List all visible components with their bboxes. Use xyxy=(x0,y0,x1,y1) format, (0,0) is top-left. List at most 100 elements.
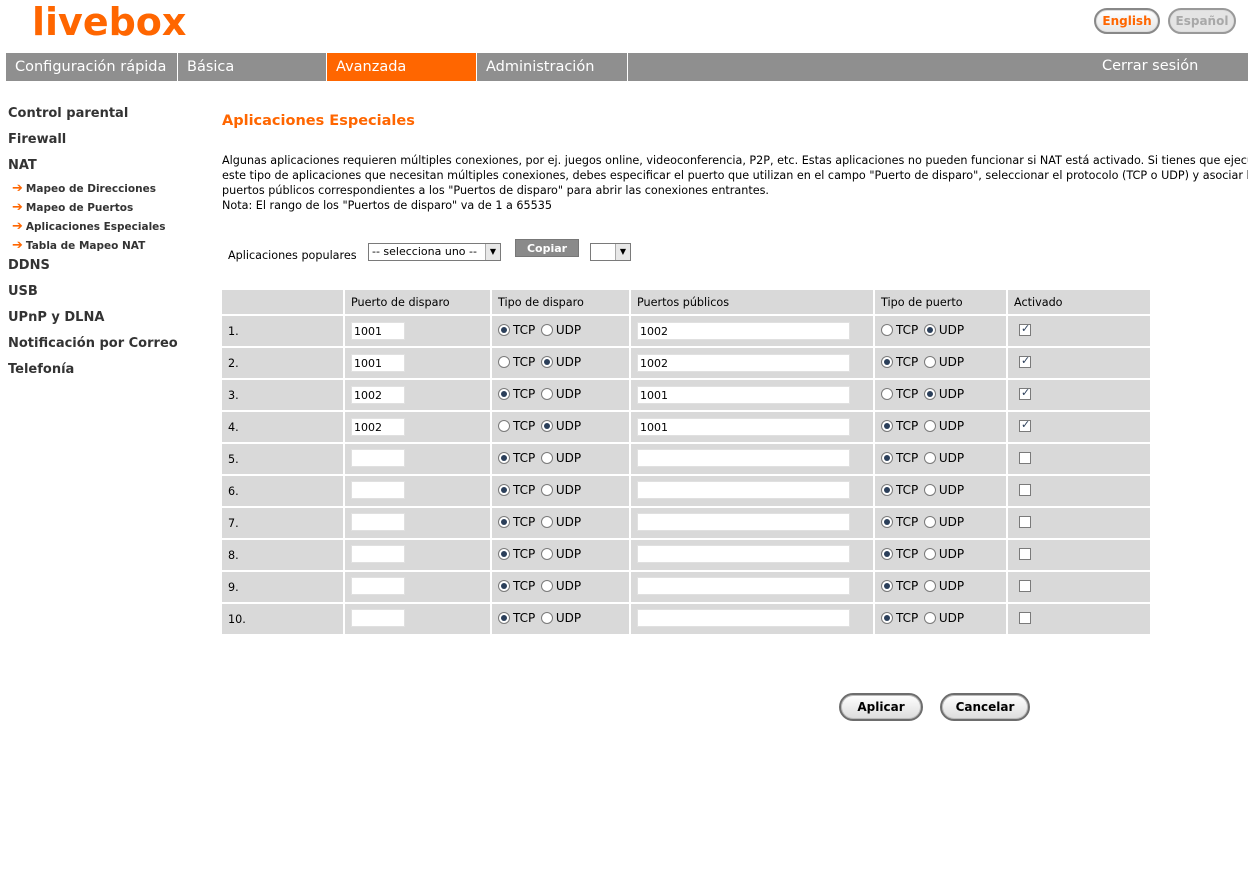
trigger-tcp-radio[interactable]: TCP xyxy=(498,323,535,337)
trigger-tcp-radio[interactable]: TCP xyxy=(498,483,535,497)
trigger-port-input[interactable] xyxy=(351,608,405,627)
radio-icon[interactable] xyxy=(881,516,893,528)
radio-icon[interactable] xyxy=(923,612,936,624)
trigger-udp-radio[interactable]: UDP xyxy=(540,579,581,593)
radio-icon[interactable] xyxy=(498,388,510,400)
public-ports-input[interactable]: 1002 xyxy=(637,322,850,340)
enabled-checkbox[interactable] xyxy=(1019,354,1031,368)
sidebar-item-telefonia[interactable]: Telefonía xyxy=(8,362,198,388)
public-ports-input[interactable]: 1002 xyxy=(637,354,850,372)
radio-icon[interactable] xyxy=(540,420,553,432)
trigger-tcp-radio[interactable]: TCP xyxy=(498,419,535,433)
radio-icon[interactable] xyxy=(923,452,936,464)
trigger-port-input[interactable]: 1002 xyxy=(351,418,405,436)
radio-icon[interactable] xyxy=(498,612,510,624)
public-ports-input[interactable] xyxy=(637,480,850,499)
trigger-port-input[interactable]: 1001 xyxy=(351,322,405,340)
espanol-button[interactable]: Español xyxy=(1168,8,1236,34)
radio-icon[interactable] xyxy=(923,484,936,496)
trigger-tcp-radio[interactable]: TCP xyxy=(498,387,535,401)
public-ports-input[interactable]: 1001 xyxy=(637,418,850,436)
port-udp-radio[interactable]: UDP xyxy=(923,547,964,561)
sidebar-item-notificacion-correo[interactable]: Notificación por Correo xyxy=(8,336,198,362)
trigger-port-input[interactable]: 1001 xyxy=(351,354,405,372)
radio-icon[interactable] xyxy=(923,356,936,368)
sidebar-item-upnp-dlna[interactable]: UPnP y DLNA xyxy=(8,310,198,336)
enabled-checkbox[interactable] xyxy=(1019,515,1031,528)
radio-icon[interactable] xyxy=(498,484,510,496)
trigger-tcp-radio[interactable]: TCP xyxy=(498,547,535,561)
radio-icon[interactable] xyxy=(923,580,936,592)
enabled-checkbox[interactable] xyxy=(1019,483,1031,496)
radio-icon[interactable] xyxy=(540,356,553,368)
radio-icon[interactable] xyxy=(923,420,936,432)
radio-icon[interactable] xyxy=(881,452,893,464)
trigger-udp-radio[interactable]: UDP xyxy=(540,611,581,625)
port-udp-radio[interactable]: UDP xyxy=(923,483,964,497)
nav-configuracion-rapida[interactable]: Configuración rápida xyxy=(6,53,178,81)
radio-icon[interactable] xyxy=(881,420,893,432)
popular-apps-select[interactable]: -- selecciona uno -- ▼ xyxy=(368,243,501,261)
public-ports-input[interactable] xyxy=(637,544,850,563)
port-udp-radio[interactable]: UDP xyxy=(923,515,964,529)
radio-icon[interactable] xyxy=(540,452,553,464)
port-tcp-radio[interactable]: TCP xyxy=(881,387,918,401)
trigger-tcp-radio[interactable]: TCP xyxy=(498,451,535,465)
public-ports-input[interactable] xyxy=(637,608,850,627)
radio-icon[interactable] xyxy=(923,516,936,528)
radio-icon[interactable] xyxy=(498,324,510,336)
radio-icon[interactable] xyxy=(540,548,553,560)
enabled-checkbox[interactable] xyxy=(1019,547,1031,560)
trigger-port-input[interactable] xyxy=(351,448,405,467)
nav-administracion[interactable]: Administración xyxy=(477,53,628,81)
public-ports-input[interactable] xyxy=(637,512,850,531)
port-tcp-radio[interactable]: TCP xyxy=(881,547,918,561)
radio-icon[interactable] xyxy=(540,324,553,336)
port-tcp-radio[interactable]: TCP xyxy=(881,323,918,337)
trigger-udp-radio[interactable]: UDP xyxy=(540,483,581,497)
nav-basica[interactable]: Básica xyxy=(178,53,327,81)
trigger-udp-radio[interactable]: UDP xyxy=(540,515,581,529)
port-tcp-radio[interactable]: TCP xyxy=(881,579,918,593)
radio-icon[interactable] xyxy=(540,484,553,496)
radio-icon[interactable] xyxy=(881,324,893,336)
radio-icon[interactable] xyxy=(498,356,510,368)
port-udp-radio[interactable]: UDP xyxy=(923,355,964,369)
port-udp-radio[interactable]: UDP xyxy=(923,323,964,337)
sidebar-subitem-mapeo-direcciones[interactable]: ➔ Mapeo de Direcciones xyxy=(8,182,198,201)
cancel-button[interactable]: Cancelar xyxy=(940,693,1030,721)
enabled-checkbox[interactable] xyxy=(1019,418,1031,432)
public-ports-input[interactable] xyxy=(637,448,850,467)
sidebar-subitem-mapeo-puertos[interactable]: ➔ Mapeo de Puertos xyxy=(8,201,198,220)
public-ports-input[interactable]: 1001 xyxy=(637,386,850,404)
nav-avanzada[interactable]: Avanzada xyxy=(327,53,477,81)
radio-icon[interactable] xyxy=(498,580,510,592)
trigger-tcp-radio[interactable]: TCP xyxy=(498,579,535,593)
trigger-udp-radio[interactable]: UDP xyxy=(540,419,581,433)
trigger-port-input[interactable]: 1002 xyxy=(351,386,405,404)
trigger-port-input[interactable] xyxy=(351,480,405,499)
trigger-port-input[interactable] xyxy=(351,512,405,531)
enabled-checkbox[interactable] xyxy=(1019,322,1031,336)
port-udp-radio[interactable]: UDP xyxy=(923,419,964,433)
port-udp-radio[interactable]: UDP xyxy=(923,579,964,593)
radio-icon[interactable] xyxy=(540,580,553,592)
radio-icon[interactable] xyxy=(881,548,893,560)
radio-icon[interactable] xyxy=(881,612,893,624)
radio-icon[interactable] xyxy=(881,356,893,368)
sidebar-item-usb[interactable]: USB xyxy=(8,284,198,310)
trigger-port-input[interactable] xyxy=(351,576,405,595)
radio-icon[interactable] xyxy=(923,548,936,560)
trigger-udp-radio[interactable]: UDP xyxy=(540,355,581,369)
port-tcp-radio[interactable]: TCP xyxy=(881,515,918,529)
sidebar-item-firewall[interactable]: Firewall xyxy=(8,132,198,158)
copy-target-select[interactable]: ▼ xyxy=(590,243,631,261)
enabled-checkbox[interactable] xyxy=(1019,451,1031,464)
radio-icon[interactable] xyxy=(881,484,893,496)
radio-icon[interactable] xyxy=(881,388,893,400)
radio-icon[interactable] xyxy=(923,388,936,400)
port-tcp-radio[interactable]: TCP xyxy=(881,451,918,465)
trigger-port-input[interactable] xyxy=(351,544,405,563)
trigger-tcp-radio[interactable]: TCP xyxy=(498,611,535,625)
sidebar-item-control-parental[interactable]: Control parental xyxy=(8,106,198,132)
